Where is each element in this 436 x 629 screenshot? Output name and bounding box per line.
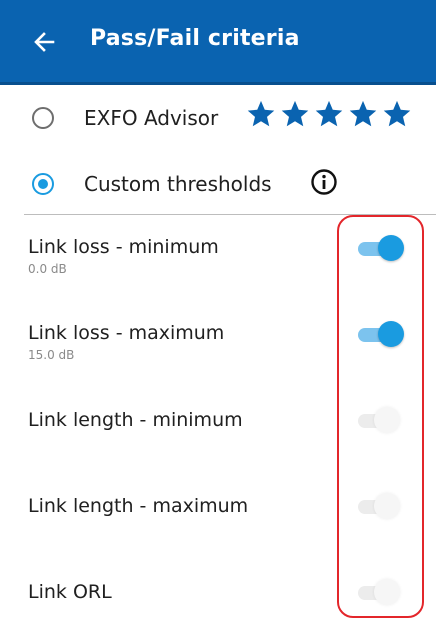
- radio-option-custom-thresholds[interactable]: Custom thresholds: [0, 154, 436, 214]
- radio-button-custom-thresholds[interactable]: [32, 173, 54, 195]
- arrow-left-icon: [34, 32, 55, 52]
- setting-label: Link length - maximum: [28, 495, 249, 517]
- toggle-knob: [374, 579, 400, 605]
- star-icon: [349, 100, 377, 127]
- setting-row-link-length-minimum: Link length - minimum: [0, 387, 436, 473]
- star-icon: [383, 100, 411, 127]
- back-button[interactable]: [27, 25, 61, 59]
- toggle-link-loss-maximum[interactable]: [356, 320, 406, 348]
- toggle-link-orl[interactable]: [356, 578, 406, 606]
- setting-row-link-loss-maximum: Link loss - maximum 15.0 dB: [0, 301, 436, 387]
- setting-row-link-orl: Link ORL: [0, 559, 436, 629]
- setting-row-link-length-maximum: Link length - maximum: [0, 473, 436, 559]
- toggle-link-length-maximum[interactable]: [356, 492, 406, 520]
- toggle-knob: [374, 407, 400, 433]
- toggle-link-loss-minimum[interactable]: [356, 234, 406, 262]
- pass-fail-criteria-screen: Pass/Fail criteria EXFO Advisor Custom t…: [0, 0, 436, 629]
- star-icon: [315, 100, 343, 127]
- rating-stars: [246, 99, 412, 129]
- setting-row-link-loss-minimum: Link loss - minimum 0.0 dB: [0, 215, 436, 301]
- toggle-knob: [378, 235, 404, 261]
- setting-label: Link length - minimum: [28, 409, 243, 431]
- radio-label-custom-thresholds: Custom thresholds: [84, 172, 272, 196]
- page-title: Pass/Fail criteria: [90, 26, 300, 51]
- setting-label: Link loss - maximum: [28, 322, 225, 344]
- setting-label: Link loss - minimum: [28, 236, 219, 258]
- setting-value: 15.0 dB: [28, 348, 75, 362]
- info-circle-icon[interactable]: [310, 168, 338, 196]
- radio-label-exfo-advisor: EXFO Advisor: [84, 106, 219, 130]
- toggle-link-length-minimum[interactable]: [356, 406, 406, 434]
- star-icon: [281, 100, 309, 127]
- star-icon: [247, 100, 275, 127]
- app-header: Pass/Fail criteria: [0, 0, 436, 85]
- setting-label: Link ORL: [28, 581, 112, 603]
- radio-button-exfo-advisor[interactable]: [32, 107, 54, 129]
- toggle-knob: [378, 321, 404, 347]
- setting-value: 0.0 dB: [28, 262, 67, 276]
- toggle-knob: [374, 493, 400, 519]
